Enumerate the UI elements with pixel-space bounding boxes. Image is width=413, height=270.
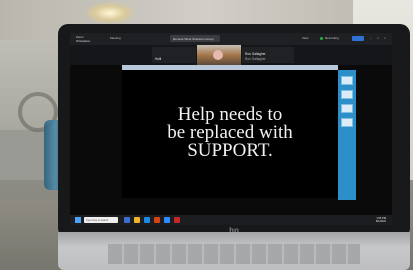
laptop-base [58,232,410,270]
zoom-app-title: Zoom Workplace [76,35,90,43]
participant-subname: Ron Gallagher [245,57,266,61]
view-button[interactable]: View [302,36,308,40]
taskbar-date: 6/1/2022 [375,220,386,223]
taskbar-clock[interactable]: 1:05 PM 6/1/2022 [376,217,386,223]
windows-icon[interactable] [75,217,81,223]
zoom-icon[interactable] [164,217,170,223]
recording-label: Recording [325,36,339,40]
slide-thumbnail[interactable] [341,104,353,113]
participant-video[interactable] [197,45,241,65]
meeting-menu[interactable]: Meeting [110,36,121,40]
participant-name: Holli [155,57,162,61]
keyboard [108,244,360,264]
slide-text: Help needs to be replaced with SUPPORT. [122,105,338,161]
minimize-icon[interactable]: – [370,36,372,40]
file-explorer-icon[interactable] [134,217,140,223]
slide-line-3: SUPPORT. [187,140,273,161]
slide-thumbnail[interactable] [341,76,353,85]
participant-name: Ron Gallagher [245,52,266,56]
laptop-screen: Zoom Workplace Meeting Remote Work Solut… [70,33,392,225]
close-icon[interactable]: × [384,36,386,40]
meeting-tab[interactable]: Remote Work Solutions Group [170,35,220,42]
laptop-lid: Zoom Workplace Meeting Remote Work Solut… [58,24,410,238]
slide-thumbnail-panel [338,70,356,200]
task-view-icon[interactable] [124,217,130,223]
shared-screen: Help needs to be replaced with SUPPORT. [70,65,392,215]
participant-tile[interactable]: Ron Gallagher Ron Gallagher [242,47,294,63]
participant-tile[interactable]: Holli [152,47,196,63]
zoom-title-bar: Zoom Workplace Meeting Remote Work Solut… [70,33,392,45]
slide-thumbnail[interactable] [341,118,353,127]
zoom-app-title-line2: Workplace [76,39,91,43]
chandelier [85,2,135,24]
taskbar-search-input[interactable]: Type here to search [84,217,118,223]
participant-gallery: Holli Ron Gallagher Ron Gallagher [70,45,392,65]
windows-taskbar: Type here to search 1:05 PM 6/1/2022 [70,215,392,225]
recording-icon [320,37,323,40]
participant-face [213,50,223,60]
leave-button[interactable] [352,36,364,41]
maximize-icon[interactable]: □ [377,36,379,40]
slide-thumbnail[interactable] [341,90,353,99]
edge-icon[interactable] [144,217,150,223]
office-icon[interactable] [154,217,160,223]
presentation-slide: Help needs to be replaced with SUPPORT. [122,70,338,198]
powerpoint-icon[interactable] [174,217,180,223]
